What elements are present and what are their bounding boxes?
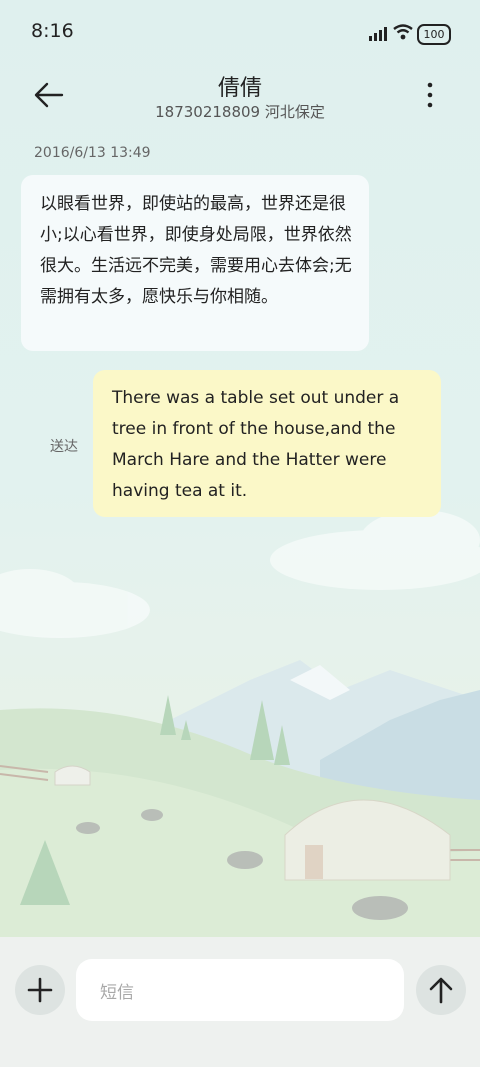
contact-number-location: 18730218809 河北保定 (155, 103, 325, 121)
send-arrow-icon (429, 977, 453, 1004)
send-button[interactable] (416, 965, 466, 1015)
outgoing-message-bubble[interactable]: There was a table set out under a tree i… (93, 370, 441, 517)
contact-name: 倩倩 (217, 76, 262, 101)
message-input[interactable]: 短信 (76, 959, 404, 1021)
message-input-placeholder: 短信 (100, 983, 134, 1003)
outgoing-message-text: There was a table set out under a tree i… (112, 388, 400, 501)
conversation-header: 倩倩 18730218809 河北保定 (0, 64, 480, 134)
add-attachment-button[interactable] (15, 965, 65, 1015)
wifi-icon (393, 24, 413, 40)
plus-icon (27, 977, 53, 1003)
composer-bar: 短信 (0, 937, 480, 1067)
incoming-message-bubble[interactable]: 以眼看世界，即使站的最高，世界还是很小;以心看世界，即使身处局限，世界依然很大。… (21, 175, 369, 351)
incoming-message-text: 以眼看世界，即使站的最高，世界还是很小;以心看世界，即使身处局限，世界依然很大。… (40, 194, 352, 307)
battery-icon: 100 (417, 24, 451, 45)
status-time: 8:16 (31, 20, 74, 42)
signal-icon (369, 27, 387, 41)
message-timestamp: 2016/6/13 13:49 (34, 145, 151, 161)
more-vertical-icon[interactable] (418, 78, 442, 112)
status-bar: 8:16 100 (0, 0, 480, 64)
delivery-status: 送达 (50, 439, 78, 455)
